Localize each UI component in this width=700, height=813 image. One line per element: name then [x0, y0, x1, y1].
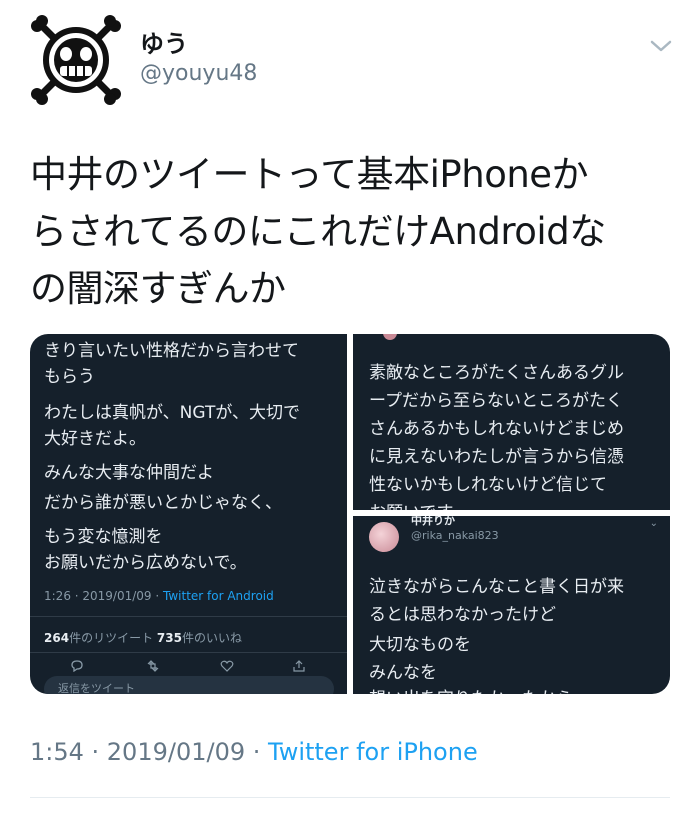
screenshot-text-line: ープだから至らないところがたく — [369, 391, 623, 411]
tweet-text: 中井のツイートって基本iPhoneか らされてるのにこれだけAndroidな の… — [30, 146, 670, 317]
user-handle[interactable]: @youyu48 — [140, 61, 257, 86]
screenshot-text-line: もらう — [44, 367, 95, 387]
retweets-label: 件のリツイート — [69, 631, 154, 645]
screenshot-text-line: 想い出を守りたかったから — [369, 684, 573, 694]
tweet-timestamp: 1:54 · 2019/01/09 · Twitter for iPhone — [30, 738, 478, 766]
chevron-down-icon[interactable] — [648, 36, 674, 56]
media-image-left[interactable]: きり言いたい性格だから言わせて もらう わたしは真帆が、NGTが、大切で 大好き… — [30, 334, 347, 694]
screenshot-text-line: 大好きだよ。 — [44, 429, 146, 449]
screenshot-text-line: 素敵なところがたくさんあるグル — [369, 363, 624, 383]
screenshot-actions — [30, 660, 347, 674]
screenshot-text-line: みんなを — [369, 663, 437, 683]
retweets-count: 264 — [44, 631, 70, 645]
tweet-source-link[interactable]: Twitter for iPhone — [268, 738, 478, 766]
screenshot-time: 1:26 · 2019/01/09 · — [44, 589, 163, 603]
avatar[interactable] — [28, 12, 124, 108]
screenshot-text-line: るとは思わなかったけど — [369, 605, 556, 625]
media-image-top-right[interactable]: 素敵なところがたくさんあるグル ープだから至らないところがたく さんあるかもしれ… — [353, 334, 670, 510]
screenshot-text-line: わたしは真帆が、NGTが、大切で — [44, 403, 300, 423]
screenshot-text-line: もう変な憶測を — [44, 527, 163, 547]
divider — [30, 797, 670, 798]
reply-input: 返信をツイート — [44, 676, 334, 694]
user-name[interactable]: ゆう — [140, 24, 188, 59]
screenshot-text-line: お願いだから広めないで。 — [44, 553, 247, 573]
share-icon — [293, 660, 305, 672]
screenshot-text-line: 大切なものを — [369, 635, 471, 655]
likes-count: 735 — [156, 631, 182, 645]
tweet-text-line: の闇深すぎんか — [30, 267, 286, 310]
retweet-icon — [147, 660, 159, 672]
media-image-bottom-right[interactable]: 中井りか @rika_nakai823 ⌄ 泣きながらこんなこと書く日が来 ると… — [353, 516, 670, 694]
screenshot-text-line: さんあるかもしれないけどまじめ — [369, 419, 624, 439]
screenshot-source: Twitter for Android — [163, 589, 274, 603]
screenshot-stats: 264件のリツイート 735件のいいね — [44, 629, 242, 646]
media-grid[interactable]: きり言いたい性格だから言わせて もらう わたしは真帆が、NGTが、大切で 大好き… — [30, 334, 670, 694]
screenshot-user-handle: @rika_nakai823 — [411, 529, 499, 542]
screenshot-text-line: お願いです — [369, 498, 454, 510]
tweet-text-line: 中井のツイートって基本iPhoneか — [30, 153, 589, 196]
jolly-roger-smiley-icon — [31, 15, 121, 105]
likes-label: 件のいいね — [181, 631, 242, 645]
heart-icon — [220, 660, 234, 672]
avatar — [369, 522, 399, 552]
screenshot-timestamp: 1:26 · 2019/01/09 · Twitter for Android — [44, 589, 274, 603]
screenshot-text-line: きり言いたい性格だから言わせて — [44, 341, 299, 361]
screenshot-text-line: に見えないわたしが言うから信憑 — [369, 447, 624, 467]
reply-icon — [71, 660, 83, 672]
screenshot-user-name: 中井りか — [411, 516, 455, 527]
chevron-down-icon: ⌄ — [649, 518, 658, 529]
tweet-text-line: らされてるのにこれだけAndroidな — [30, 210, 606, 253]
avatar — [383, 334, 397, 340]
screenshot-text-line: 泣きながらこんなこと書く日が来 — [369, 577, 624, 597]
tweet-time[interactable]: 1:54 · 2019/01/09 · — [30, 738, 268, 766]
divider — [30, 652, 347, 653]
screenshot-text-line: 性ないかもしれないけど信じて — [369, 475, 607, 495]
screenshot-text-line: みんな大事な仲間だよ — [44, 463, 214, 483]
divider — [30, 616, 347, 617]
screenshot-text-line: だから誰が悪いとかじゃなく、 — [44, 493, 282, 513]
